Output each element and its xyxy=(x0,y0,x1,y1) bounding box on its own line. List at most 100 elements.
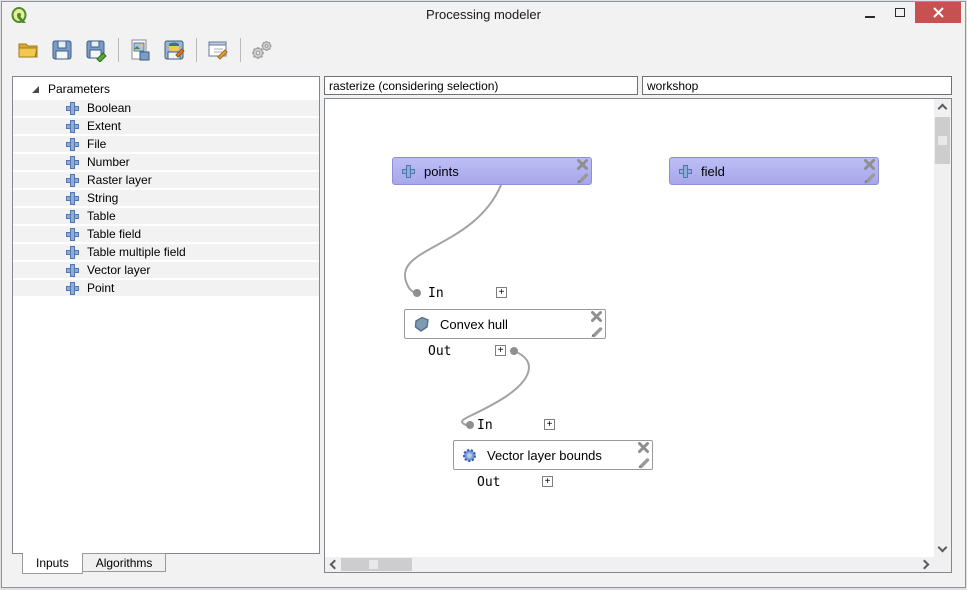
parameters-tree: Parameters Boolean Extent File Number Ra… xyxy=(13,77,319,296)
edit-node-icon[interactable] xyxy=(637,456,650,469)
tree-item-label: Table multiple field xyxy=(87,245,186,259)
tree-item-table-field[interactable]: Table field xyxy=(13,226,319,242)
close-button[interactable] xyxy=(915,2,961,23)
scroll-right-button[interactable] xyxy=(919,557,934,572)
tab-inputs[interactable]: Inputs xyxy=(22,553,83,574)
add-parameter-icon xyxy=(67,193,78,204)
tree-item-label: Table xyxy=(87,209,116,223)
tree-item-label: Vector layer xyxy=(87,263,150,277)
canvas-vertical-scrollbar[interactable] xyxy=(934,99,951,557)
titlebar: Processing modeler xyxy=(2,2,965,28)
tree-item-table-multiple-field[interactable]: Table multiple field xyxy=(13,244,319,260)
remove-node-icon[interactable] xyxy=(638,442,649,453)
horizontal-scroll-thumb[interactable] xyxy=(341,558,412,571)
run-model-button[interactable] xyxy=(248,36,276,64)
tree-root-parameters[interactable]: Parameters xyxy=(13,80,319,98)
scroll-up-button[interactable] xyxy=(934,99,951,114)
node-label: field xyxy=(701,164,725,179)
add-parameter-icon xyxy=(67,103,78,114)
vector-layer-bounds-icon xyxy=(462,448,477,463)
algorithm-node-vector-layer-bounds[interactable]: Vector layer bounds xyxy=(453,440,653,470)
port-dot xyxy=(413,289,421,297)
model-name-input[interactable] xyxy=(324,76,638,95)
chevron-right-icon xyxy=(920,560,930,570)
chevron-up-icon xyxy=(938,104,948,114)
tree-item-table[interactable]: Table xyxy=(13,208,319,224)
tab-algorithms[interactable]: Algorithms xyxy=(82,553,167,572)
minimize-icon xyxy=(865,16,875,18)
tree-item-number[interactable]: Number xyxy=(13,154,319,170)
scroll-left-button[interactable] xyxy=(325,557,340,572)
tree-item-vector-layer[interactable]: Vector layer xyxy=(13,262,319,278)
vectorbounds-in-expander[interactable]: + xyxy=(544,419,555,430)
remove-node-icon[interactable] xyxy=(591,311,602,322)
convex-hull-icon xyxy=(413,316,430,333)
port-dot xyxy=(466,421,474,429)
edit-help-icon xyxy=(206,38,230,62)
modeler-canvas: points field In + xyxy=(325,99,934,557)
tab-label: Algorithms xyxy=(96,556,153,570)
tree-item-raster-layer[interactable]: Raster layer xyxy=(13,172,319,188)
tree-expand-icon[interactable] xyxy=(32,86,39,93)
remove-node-icon[interactable] xyxy=(577,159,588,170)
close-icon xyxy=(933,7,944,18)
floppy-save-icon xyxy=(50,38,74,62)
connection-points-to-convexhull xyxy=(405,185,501,293)
model-group-input[interactable] xyxy=(642,76,952,95)
add-parameter-icon xyxy=(67,229,78,240)
add-parameter-icon xyxy=(67,283,78,294)
tree-item-label: Raster layer xyxy=(87,173,152,187)
scroll-down-button[interactable] xyxy=(934,542,951,557)
tree-item-extent[interactable]: Extent xyxy=(13,118,319,134)
tree-item-label: Boolean xyxy=(87,101,131,115)
tree-item-label: Number xyxy=(87,155,130,169)
vectorbounds-out-label: Out xyxy=(477,475,500,490)
export-as-python-button[interactable] xyxy=(160,36,188,64)
add-parameter-icon xyxy=(67,121,78,132)
edit-node-icon[interactable] xyxy=(863,171,876,184)
add-parameter-icon xyxy=(67,157,78,168)
tab-label: Inputs xyxy=(36,556,69,570)
minimize-button[interactable] xyxy=(855,2,885,23)
remove-node-icon[interactable] xyxy=(864,159,875,170)
add-parameter-icon xyxy=(67,265,78,276)
floppy-save-as-icon xyxy=(84,38,108,62)
scroll-grip xyxy=(369,560,378,569)
convexhull-out-expander[interactable]: + xyxy=(495,345,506,356)
add-parameter-icon xyxy=(67,175,78,186)
add-parameter-icon xyxy=(67,247,78,258)
edit-node-icon[interactable] xyxy=(590,325,603,338)
folder-open-icon xyxy=(16,38,40,62)
input-node-points[interactable]: points xyxy=(392,157,592,185)
save-model-as-button[interactable] xyxy=(82,36,110,64)
tree-item-label: String xyxy=(87,191,118,205)
run-gears-icon xyxy=(250,38,274,62)
vectorbounds-out-expander[interactable]: + xyxy=(542,476,553,487)
input-node-field[interactable]: field xyxy=(669,157,879,185)
port-dot xyxy=(510,347,518,355)
toolbar-separator xyxy=(118,38,119,62)
scroll-grip xyxy=(938,136,947,145)
edit-node-icon[interactable] xyxy=(576,171,589,184)
vertical-scroll-thumb[interactable] xyxy=(935,117,950,164)
export-as-image-button[interactable] xyxy=(126,36,154,64)
tree-root-label: Parameters xyxy=(48,82,110,96)
tree-item-point[interactable]: Point xyxy=(13,280,319,296)
window-title: Processing modeler xyxy=(2,7,965,22)
maximize-button[interactable] xyxy=(885,2,915,23)
open-model-button[interactable] xyxy=(14,36,42,64)
tree-item-label: File xyxy=(87,137,106,151)
edit-model-help-button[interactable] xyxy=(204,36,232,64)
canvas-horizontal-scrollbar[interactable] xyxy=(325,557,934,572)
toolbar-separator xyxy=(196,38,197,62)
algorithm-node-convex-hull[interactable]: Convex hull xyxy=(404,309,606,339)
modeler-canvas-frame: points field In + xyxy=(324,98,952,573)
panel-tabs: Inputs Algorithms xyxy=(22,553,166,574)
tree-item-file[interactable]: File xyxy=(13,136,319,152)
tree-item-string[interactable]: String xyxy=(13,190,319,206)
convexhull-out-label: Out xyxy=(428,344,451,359)
tree-item-boolean[interactable]: Boolean xyxy=(13,100,319,116)
save-model-button[interactable] xyxy=(48,36,76,64)
convexhull-in-expander[interactable]: + xyxy=(496,287,507,298)
chevron-left-icon xyxy=(330,560,340,570)
